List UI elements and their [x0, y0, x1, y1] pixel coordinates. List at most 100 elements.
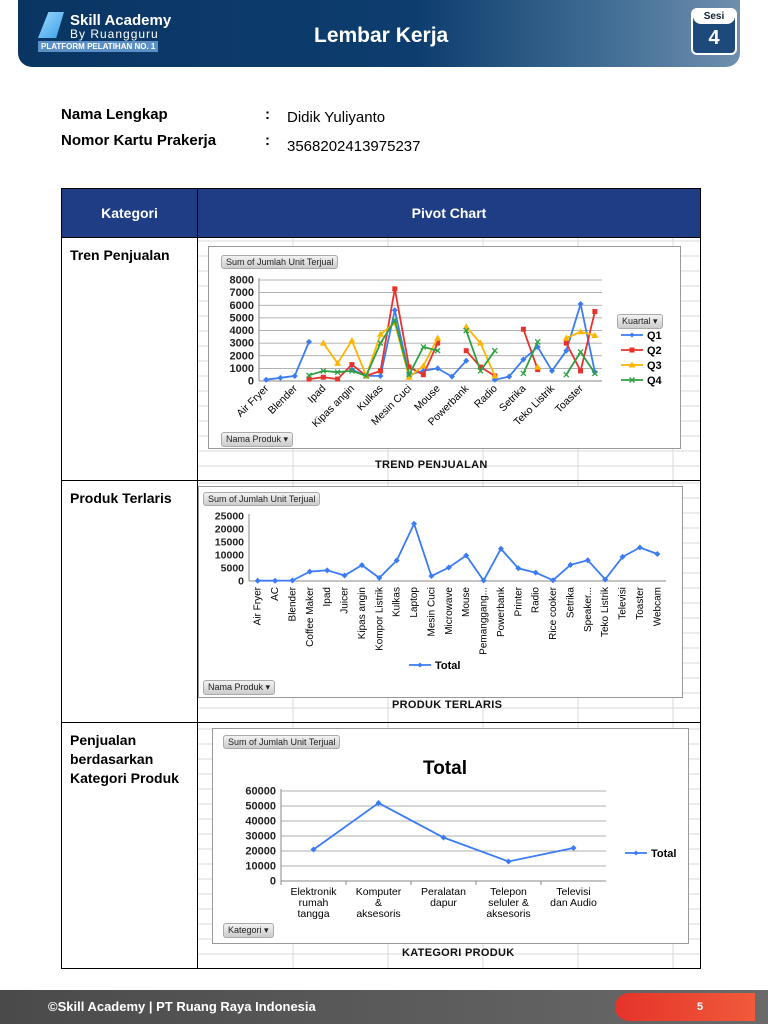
- y-tick-label: 2000: [230, 350, 254, 362]
- x-tick-label: Webcam: [652, 587, 663, 626]
- kategori-chart-svg: Total0100002000030000400005000060000Elek…: [245, 758, 676, 920]
- x-tick-label: Setrika: [565, 587, 576, 619]
- data-point: [335, 376, 341, 382]
- produk-chart-svg: 0500010000150002000025000 Air Fryer AC Blen…: [215, 511, 666, 672]
- data-point: [505, 858, 512, 865]
- axis-field-label: Nama Produk: [208, 682, 264, 692]
- x-tick-label: Speaker...: [583, 587, 594, 632]
- legend-label: Q2: [647, 345, 662, 357]
- chart-caption: TREND PENJUALAN: [375, 459, 488, 471]
- x-tick-label: Coffee Maker: [305, 586, 316, 647]
- chart-caption: KATEGORI PRODUK: [402, 947, 515, 959]
- data-point: [306, 568, 313, 575]
- y-tick-label: 0: [248, 376, 254, 388]
- session-number: 4: [708, 27, 720, 49]
- axis-field-button[interactable]: Nama Produk ▾: [203, 680, 276, 695]
- x-tick-label: Powerbank: [496, 586, 507, 637]
- axis-field-label: Nama Produk: [226, 434, 282, 444]
- data-point: [434, 334, 442, 341]
- data-point: [377, 368, 383, 374]
- data-point: [320, 374, 326, 380]
- data-point: [306, 338, 313, 345]
- x-tick-label: Teko Listrik: [600, 586, 611, 637]
- row-label: Produk Terlaris: [61, 480, 198, 723]
- y-tick-label: 20000: [245, 846, 276, 858]
- trend-chart-svg: 010002000300040005000600070008000 Air Fry…: [230, 275, 663, 430]
- series-line-total: [257, 521, 658, 583]
- value-field-button[interactable]: Sum of Jumlah Unit Terjual: [203, 492, 321, 506]
- axis-field-button[interactable]: Nama Produk ▾: [221, 432, 294, 447]
- x-tick-label: Kulkas: [392, 587, 403, 617]
- y-tick-label: 50000: [245, 801, 276, 813]
- x-tick-label: Ipad: [305, 383, 328, 406]
- legend-label: Q1: [647, 330, 662, 342]
- y-tick-label: 5000: [230, 312, 254, 324]
- x-tick-label: Blender: [266, 382, 300, 416]
- data-point: [391, 307, 398, 314]
- x-tick-label: Mesin Cuci: [426, 587, 437, 636]
- data-point: [349, 362, 355, 368]
- session-label: Sesi: [693, 10, 735, 24]
- row-label: Tren Penjualan: [61, 237, 198, 481]
- x-tick-label: aksesoris: [486, 908, 530, 920]
- footer-text: ©Skill Academy | PT Ruang Raya Indonesia: [48, 999, 316, 1014]
- y-tick-label: 20000: [215, 524, 244, 536]
- data-point: [272, 577, 279, 584]
- data-point: [419, 362, 427, 369]
- y-tick-label: 10000: [215, 550, 244, 562]
- y-tick-label: 4000: [230, 325, 254, 337]
- y-tick-label: 60000: [245, 786, 276, 798]
- data-point: [577, 300, 584, 307]
- y-tick-label: 6000: [230, 300, 254, 312]
- x-tick-label: Blender: [287, 586, 298, 621]
- worksheet-table: Kategori Pivot Chart Tren Penjualan 0 1000…: [61, 188, 701, 969]
- axis-field-button[interactable]: Kategori ▾: [223, 923, 274, 938]
- x-tick-label: Ipad: [322, 587, 333, 606]
- y-tick-label: 1000: [230, 363, 254, 375]
- brand-sub: By Ruangguru: [70, 27, 159, 41]
- y-tick-label: 0: [238, 576, 244, 588]
- y-tick-label: 8000: [230, 275, 254, 287]
- data-point: [420, 372, 426, 378]
- y-tick-label: 5000: [221, 563, 245, 575]
- name-label: Nama Lengkap: [61, 106, 168, 123]
- value-field-button[interactable]: Sum of Jumlah Unit Terjual: [223, 735, 341, 749]
- x-tick-label: Laptop: [409, 587, 420, 618]
- brand-tag: PLATFORM PELATIHAN NO. 1: [38, 41, 159, 52]
- data-point: [428, 573, 435, 580]
- skill-academy-logo-icon: [38, 12, 64, 38]
- card-value: 3568202413975237: [287, 138, 421, 155]
- data-point: [633, 850, 639, 856]
- data-point: [411, 520, 418, 527]
- x-tick-label: Printer: [513, 586, 524, 616]
- data-point: [629, 347, 635, 353]
- data-point: [563, 340, 569, 346]
- data-point: [319, 339, 327, 346]
- x-tick-label: Toaster: [635, 586, 646, 619]
- kategori-chart[interactable]: Total 0 10000 20000 30000 40000 50000 60000 Elek…: [212, 728, 689, 944]
- data-point: [491, 347, 498, 354]
- legend-field-button[interactable]: Kuartal ▾: [617, 314, 663, 329]
- value-field-button[interactable]: Sum of Jumlah Unit Terjual: [221, 255, 339, 269]
- y-tick-label: 3000: [230, 338, 254, 350]
- page-title: Lembar Kerja: [314, 24, 449, 47]
- produk-chart[interactable]: 0 5000 10000 15000 20000 25000 Air Fryer AC Blen…: [198, 486, 683, 698]
- data-point: [563, 371, 570, 378]
- x-tick-label: Televisi: [618, 587, 629, 620]
- x-tick-label: dan Audio: [550, 897, 597, 909]
- x-tick-label: Kipas angin: [357, 587, 368, 639]
- x-tick-label: dapur: [430, 897, 457, 909]
- colon: :: [265, 106, 270, 123]
- y-tick-label: 25000: [215, 511, 244, 523]
- data-point: [520, 326, 526, 332]
- session-badge: Sesi 4: [691, 8, 737, 55]
- chart-cell-kategori: Total 0 10000 20000 30000 40000 50000 60000 Elek…: [197, 722, 701, 969]
- footer: ©Skill Academy | PT Ruang Raya Indonesia…: [0, 990, 768, 1024]
- trend-chart[interactable]: 0 1000 2000 3000 4000 5000 6000 7000 8000 Air Fry…: [208, 246, 681, 449]
- data-point: [392, 286, 398, 292]
- y-tick-label: 30000: [245, 831, 276, 843]
- data-point: [254, 577, 261, 584]
- data-point: [629, 332, 635, 338]
- colon: :: [265, 132, 270, 149]
- x-tick-label: Juicer: [340, 586, 351, 613]
